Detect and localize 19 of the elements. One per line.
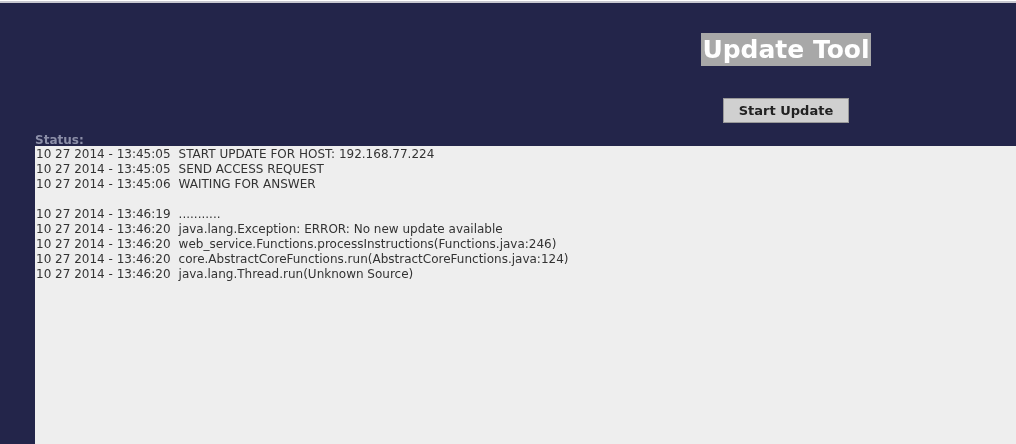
log-timestamp: 10 27 2014 - 13:46:19 <box>36 207 171 221</box>
log-timestamp: 10 27 2014 - 13:46:20 <box>36 267 171 281</box>
log-message: ........... <box>178 207 221 221</box>
log-timestamp: 10 27 2014 - 13:46:20 <box>36 222 171 236</box>
log-timestamp: 10 27 2014 - 13:45:05 <box>36 162 171 176</box>
log-timestamp: 10 27 2014 - 13:45:05 <box>36 147 171 161</box>
log-message: web_service.Functions.processInstructions(Functions.java:246) <box>178 237 557 251</box>
log-timestamp: 10 27 2014 - 13:46:20 <box>36 252 171 266</box>
log-message: java.lang.Thread.run(Unknown Source) <box>178 267 414 281</box>
log-message: START UPDATE FOR HOST: 192.168.77.224 <box>178 147 435 161</box>
log-message: java.lang.Exception: ERROR: No new update available <box>178 222 503 236</box>
log-message: SEND ACCESS REQUEST <box>178 162 324 176</box>
log-timestamp: 10 27 2014 - 13:46:20 <box>36 237 171 251</box>
log-message: WAITING FOR ANSWER <box>178 177 316 191</box>
start-update-button[interactable]: Start Update <box>723 98 849 123</box>
log-message: core.AbstractCoreFunctions.run(AbstractCoreFunctions.java:124) <box>178 252 569 266</box>
page-title: Update Tool <box>701 33 871 66</box>
log-timestamp: 10 27 2014 - 13:45:06 <box>36 177 171 191</box>
status-label: Status: <box>35 134 84 146</box>
